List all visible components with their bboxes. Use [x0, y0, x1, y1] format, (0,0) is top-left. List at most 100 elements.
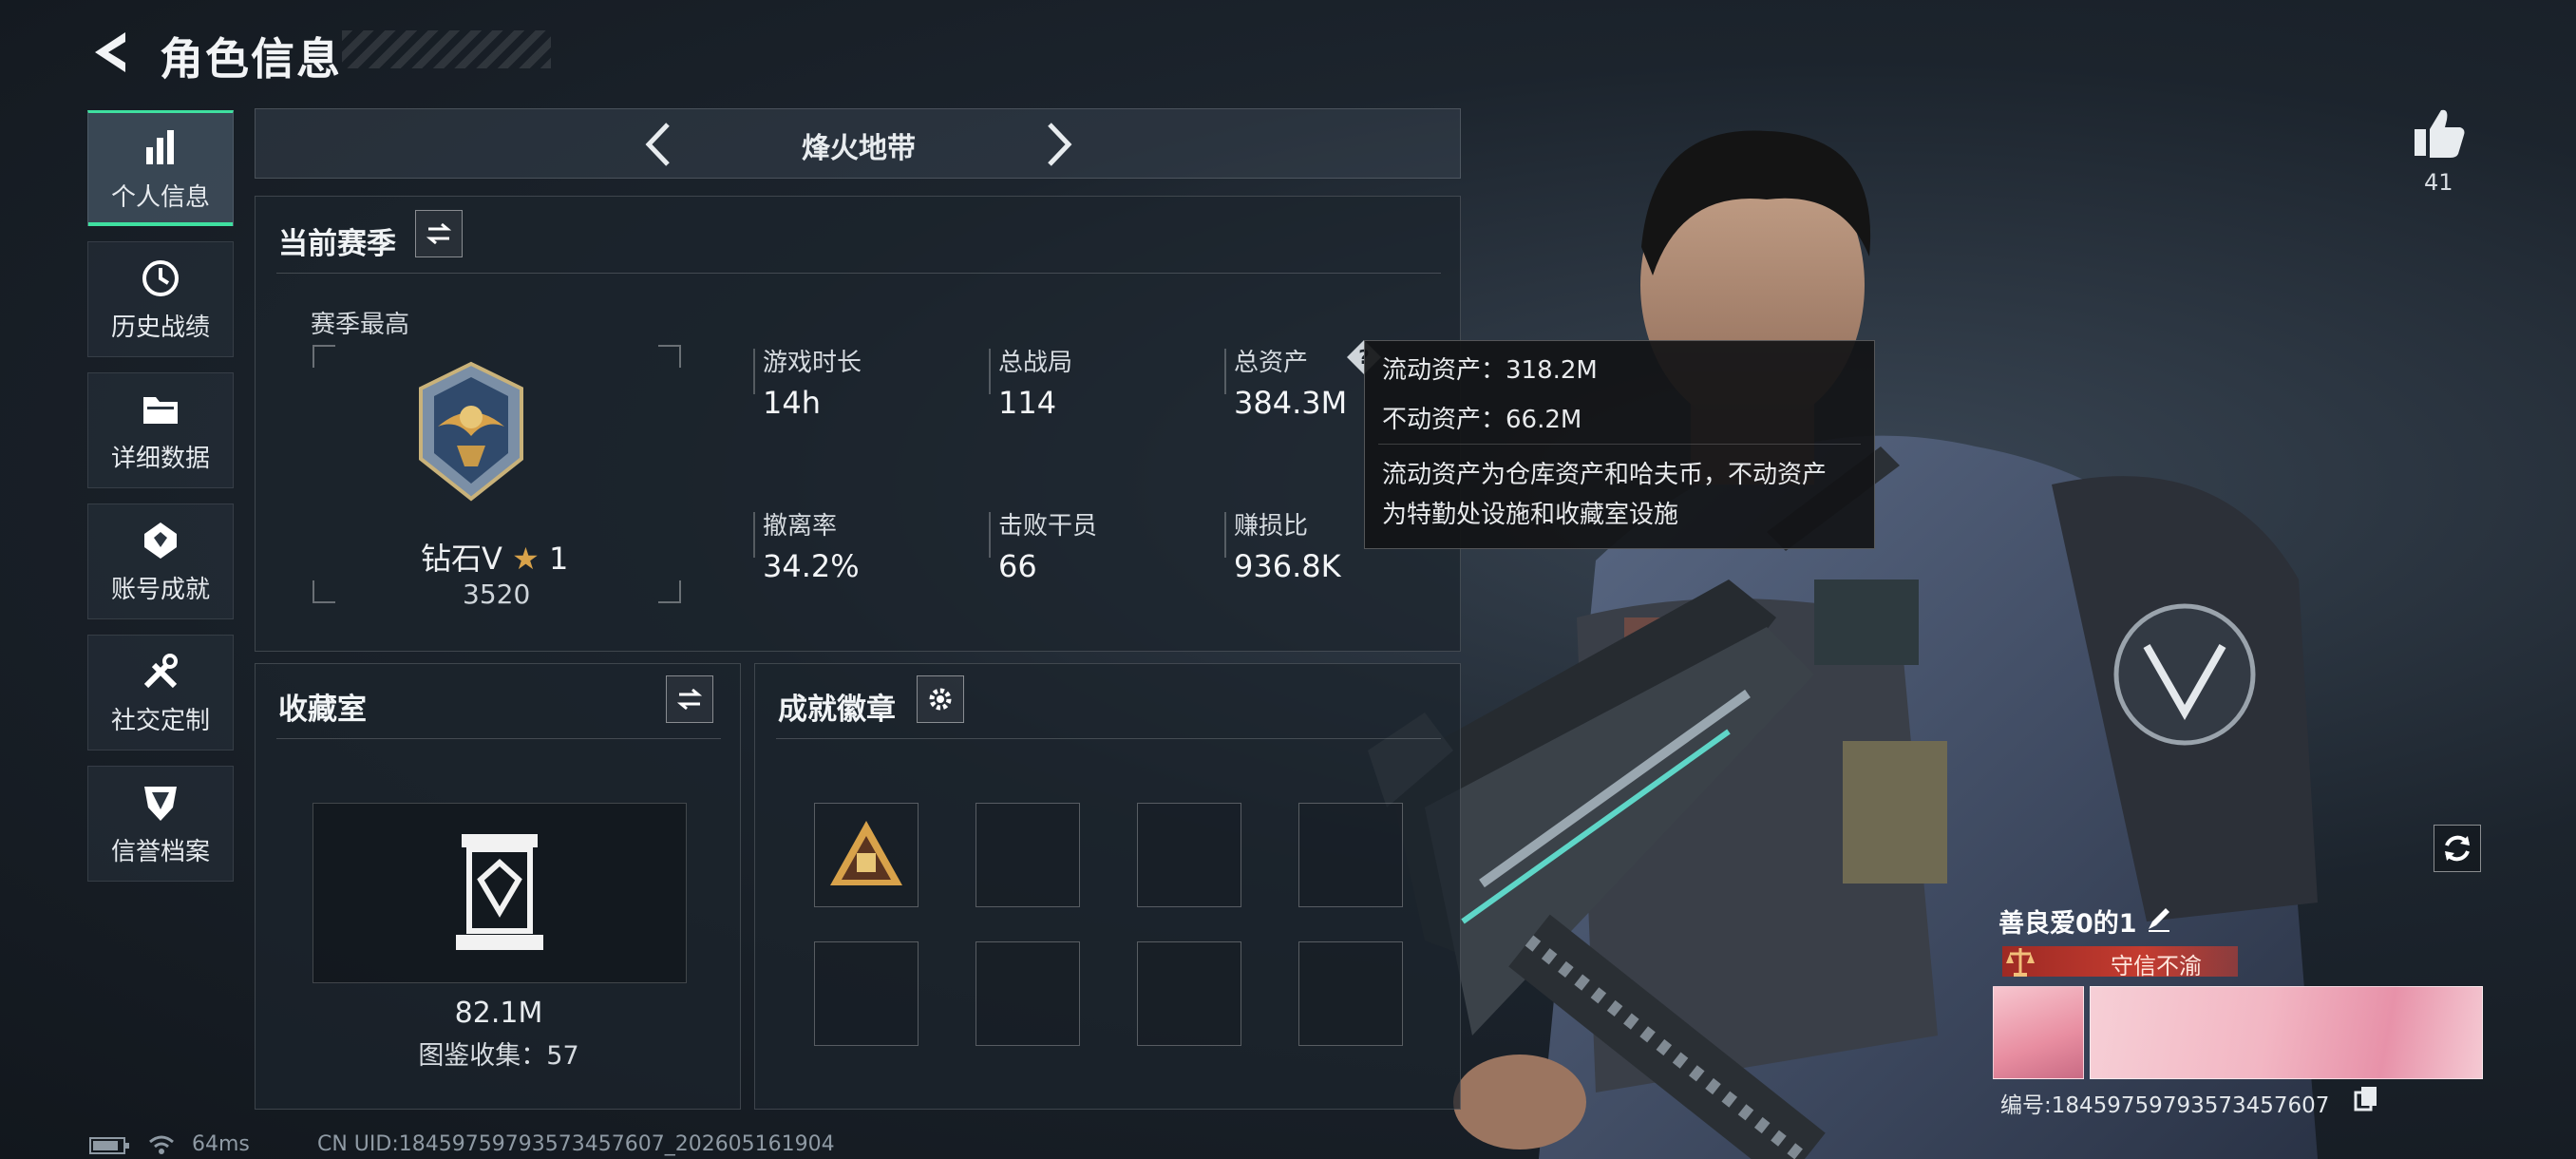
sidebar-item-label: 详细数据: [110, 444, 210, 473]
sidebar-item-detail-data[interactable]: 详细数据: [87, 372, 234, 488]
badges-title: 成就徽章: [778, 693, 896, 727]
avatar-frame-image[interactable]: [1993, 986, 2084, 1079]
badge-slot-empty[interactable]: [975, 803, 1080, 907]
pyramid-badge-icon: [830, 821, 902, 885]
stat-value-profit-ratio: 936.8K: [1234, 548, 1341, 584]
sidebar-item-label: 信誉档案: [110, 837, 210, 866]
achievement-icon: [144, 522, 177, 559]
folder-icon: [143, 396, 178, 424]
season-best-label: 赛季最高: [311, 311, 410, 339]
collection-room-preview[interactable]: [313, 803, 687, 983]
back-arrow-icon[interactable]: [87, 28, 135, 76]
stat-divider: [989, 512, 991, 558]
player-name: 善良爱0的1: [1998, 909, 2137, 939]
edit-pencil-icon[interactable]: [2145, 904, 2173, 933]
sidebar-item-social[interactable]: 社交定制: [87, 635, 234, 750]
frame-corner: [313, 580, 335, 603]
badge-slot-empty[interactable]: [1137, 941, 1241, 1046]
divider: [276, 738, 721, 739]
stat-divider: [753, 512, 755, 558]
ping-display: 64ms: [192, 1132, 250, 1156]
badge-slot-empty[interactable]: [1298, 803, 1403, 907]
rank-name-text: 钻石V: [421, 541, 502, 577]
mode-label: 烽火地带: [802, 132, 916, 165]
gear-icon: [929, 688, 952, 711]
stat-divider: [753, 349, 755, 394]
switch-arrows-icon: [676, 688, 703, 711]
stat-divider: [1224, 512, 1226, 558]
badge-slot-empty[interactable]: [1298, 941, 1403, 1046]
copy-icon[interactable]: [2354, 1085, 2378, 1112]
battery-icon: [89, 1137, 129, 1154]
rank-score: 3520: [463, 579, 531, 610]
stat-label-total-assets: 总资产: [1234, 349, 1309, 377]
stat-value-kills: 66: [998, 548, 1037, 584]
badge-slot-empty[interactable]: [975, 941, 1080, 1046]
divider: [776, 738, 1441, 739]
player-id: 编号:1845975979357345760​7: [2000, 1093, 2330, 1118]
rank-emblem-icon: [419, 361, 523, 502]
collection-count: 图鉴收集：57: [418, 1041, 579, 1071]
stat-label-kills: 击败干员: [998, 512, 1098, 541]
tooltip-liquid-assets: 流动资产：318.2M: [1382, 356, 1598, 385]
display-case-icon: [456, 834, 543, 950]
tooltip-desc-line2: 为特勤处设施和收藏室设施: [1382, 501, 1679, 529]
sidebar-item-achievements[interactable]: 账号成就: [87, 504, 234, 619]
badge-slot-filled[interactable]: [814, 803, 919, 907]
profile-banner-image[interactable]: [2090, 986, 2483, 1079]
rank-star-count: 1: [548, 541, 569, 577]
bar-chart-icon: [146, 129, 174, 164]
reputation-shield-icon: [144, 786, 177, 821]
frame-corner: [313, 345, 335, 368]
refresh-icon: [2445, 835, 2470, 862]
badge-slot-empty[interactable]: [814, 941, 919, 1046]
sidebar-item-label: 历史战绩: [110, 313, 210, 342]
season-panel: 当前赛季 赛季最高 钻石V ★ 1 3520 游戏时长 14h 总战局 114 …: [255, 196, 1461, 652]
season-title: 当前赛季: [278, 227, 396, 261]
likes-count: 41: [2424, 169, 2453, 196]
sidebar-item-personal-info[interactable]: 个人信息: [87, 110, 234, 226]
stat-value-total-assets: 384.3M: [1234, 385, 1348, 421]
mode-selector: 烽火地带: [255, 108, 1461, 179]
history-clock-icon: [142, 259, 179, 296]
sidebar-item-history[interactable]: 历史战绩: [87, 241, 234, 357]
collection-value: 82.1M: [454, 997, 543, 1030]
rank-name: 钻石V ★ 1: [421, 535, 568, 579]
honor-title-text: 守信不渝: [2111, 953, 2202, 979]
assets-tooltip: 流动资产：318.2M 不动资产：66.2M 流动资产为仓库资产和哈夫币，不动资…: [1364, 340, 1875, 549]
stat-value-playtime: 14h: [763, 385, 821, 421]
sidebar-item-label: 社交定制: [110, 706, 210, 735]
next-mode-chevron-icon[interactable]: [1040, 121, 1078, 168]
wifi-icon: [149, 1135, 174, 1154]
collection-panel: 收藏室 82.1M 图鉴收集：57: [255, 663, 741, 1110]
frame-corner: [658, 345, 681, 368]
title-decoration: [342, 30, 551, 68]
sidebar-item-label: 账号成就: [110, 575, 210, 604]
collection-switch-button[interactable]: [666, 675, 713, 723]
badge-slot-empty[interactable]: [1137, 803, 1241, 907]
season-switch-button[interactable]: [415, 210, 463, 257]
tools-icon: [143, 653, 178, 688]
tooltip-fixed-assets: 不动资产：66.2M: [1382, 406, 1582, 434]
sidebar-item-reputation[interactable]: 信誉档案: [87, 766, 234, 882]
stat-label-total-matches: 总战局: [998, 349, 1073, 377]
stat-label-extract-rate: 撤离率: [763, 512, 838, 541]
badges-settings-button[interactable]: [917, 675, 964, 723]
stat-value-extract-rate: 34.2%: [763, 548, 860, 584]
divider: [276, 273, 1441, 274]
page-title: 角色信息: [160, 33, 342, 85]
tooltip-divider: [1378, 444, 1861, 445]
uid-display: CN UID:1845975979357345760​7_20260516190…: [317, 1132, 835, 1156]
frame-corner: [658, 580, 681, 603]
stat-value-total-matches: 114: [998, 385, 1057, 421]
stat-label-profit-ratio: 赚损比: [1234, 512, 1309, 541]
sidebar-item-label: 个人信息: [110, 182, 210, 212]
scales-icon: [2006, 948, 2035, 977]
collection-title: 收藏室: [278, 693, 367, 727]
stat-label-playtime: 游戏时长: [763, 349, 862, 377]
rank-star-icon: ★: [512, 541, 540, 577]
tooltip-desc-line1: 流动资产为仓库资产和哈夫币，不动资产: [1382, 461, 1828, 489]
refresh-button[interactable]: [2434, 825, 2481, 872]
badges-panel: 成就徽章: [754, 663, 1461, 1110]
thumbs-up-icon[interactable]: [2411, 104, 2468, 162]
